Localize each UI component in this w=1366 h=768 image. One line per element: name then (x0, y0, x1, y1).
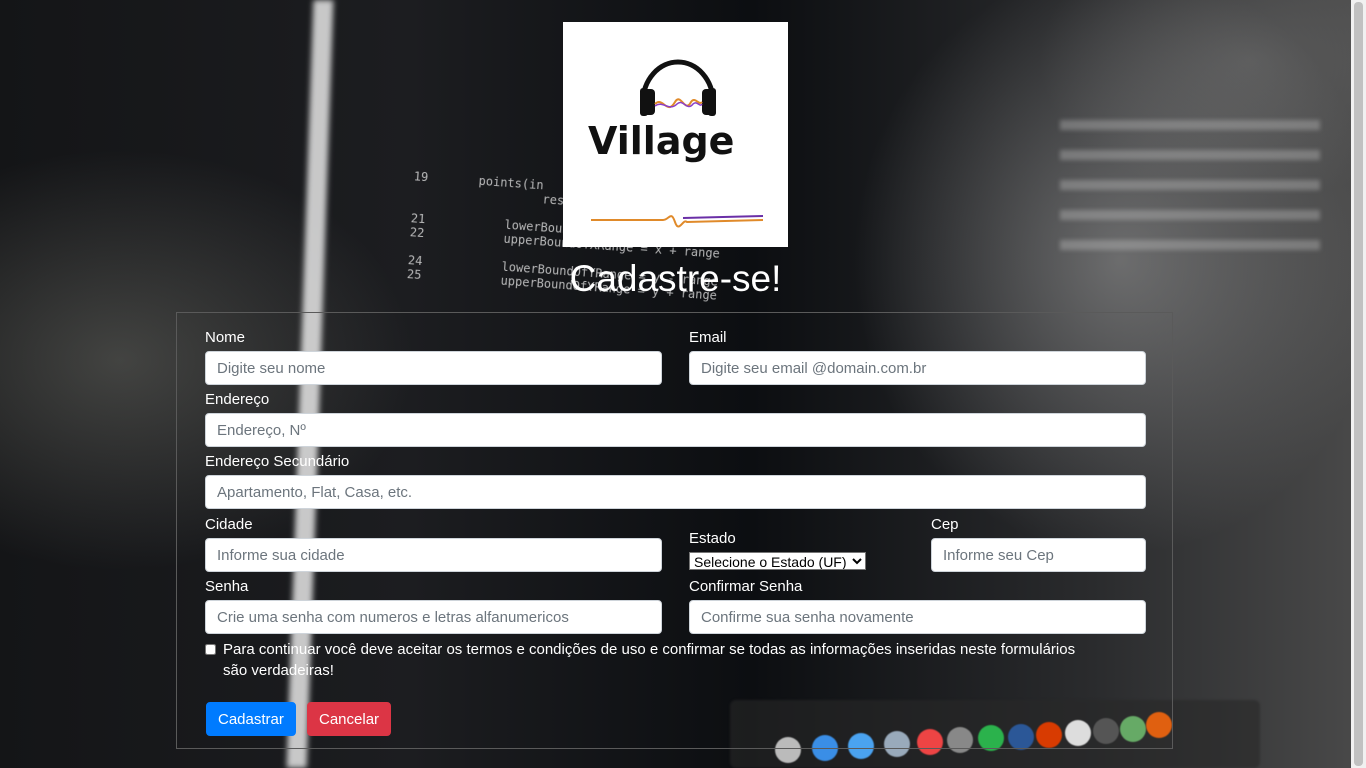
nome-label: Nome (205, 329, 246, 346)
cidade-group: Cidade (205, 516, 662, 572)
page-title: Cadastre-se! (569, 258, 782, 299)
estado-group: Estado Selecione o Estado (UF) (689, 530, 889, 570)
scrollbar-thumb[interactable] (1354, 2, 1363, 766)
endereco-label: Endereço (205, 391, 270, 408)
nome-group: Nome (205, 329, 662, 385)
endereco-secundario-input[interactable] (205, 475, 1146, 509)
scrollbar[interactable] (1351, 0, 1366, 768)
terms-group: Para continuar você deve aceitar os term… (205, 639, 1085, 681)
cep-group: Cep (931, 516, 1146, 572)
estado-label: Estado (689, 530, 736, 547)
endereco-secundario-group: Endereço Secundário (205, 453, 1146, 509)
confirmar-senha-group: Confirmar Senha (689, 578, 1146, 634)
cancelar-button[interactable]: Cancelar (307, 702, 392, 736)
confirmar-senha-input[interactable] (689, 600, 1146, 634)
cep-label: Cep (931, 516, 959, 533)
terms-checkbox[interactable] (205, 644, 216, 655)
email-label: Email (689, 329, 727, 346)
confirmar-senha-label: Confirmar Senha (689, 578, 803, 595)
endereco-input[interactable] (205, 413, 1146, 447)
svg-text:Village: Village (588, 119, 734, 163)
cidade-input[interactable] (205, 538, 662, 572)
registration-form: Nome Email Endereço Endereço Secundário … (176, 312, 1173, 749)
cidade-label: Cidade (205, 516, 253, 533)
headphones-logo-icon: Village (588, 59, 764, 228)
endereco-group: Endereço (205, 391, 1146, 447)
village-logo: Village (563, 22, 788, 247)
estado-select[interactable]: Selecione o Estado (UF) (689, 552, 866, 570)
terms-label[interactable]: Para continuar você deve aceitar os term… (205, 639, 1085, 681)
email-group: Email (689, 329, 1146, 385)
senha-group: Senha (205, 578, 662, 634)
nome-input[interactable] (205, 351, 662, 385)
cep-input[interactable] (931, 538, 1146, 572)
senha-input[interactable] (205, 600, 662, 634)
email-input[interactable] (689, 351, 1146, 385)
cadastrar-button[interactable]: Cadastrar (206, 702, 296, 736)
endereco-secundario-label: Endereço Secundário (205, 453, 350, 470)
senha-label: Senha (205, 578, 249, 595)
